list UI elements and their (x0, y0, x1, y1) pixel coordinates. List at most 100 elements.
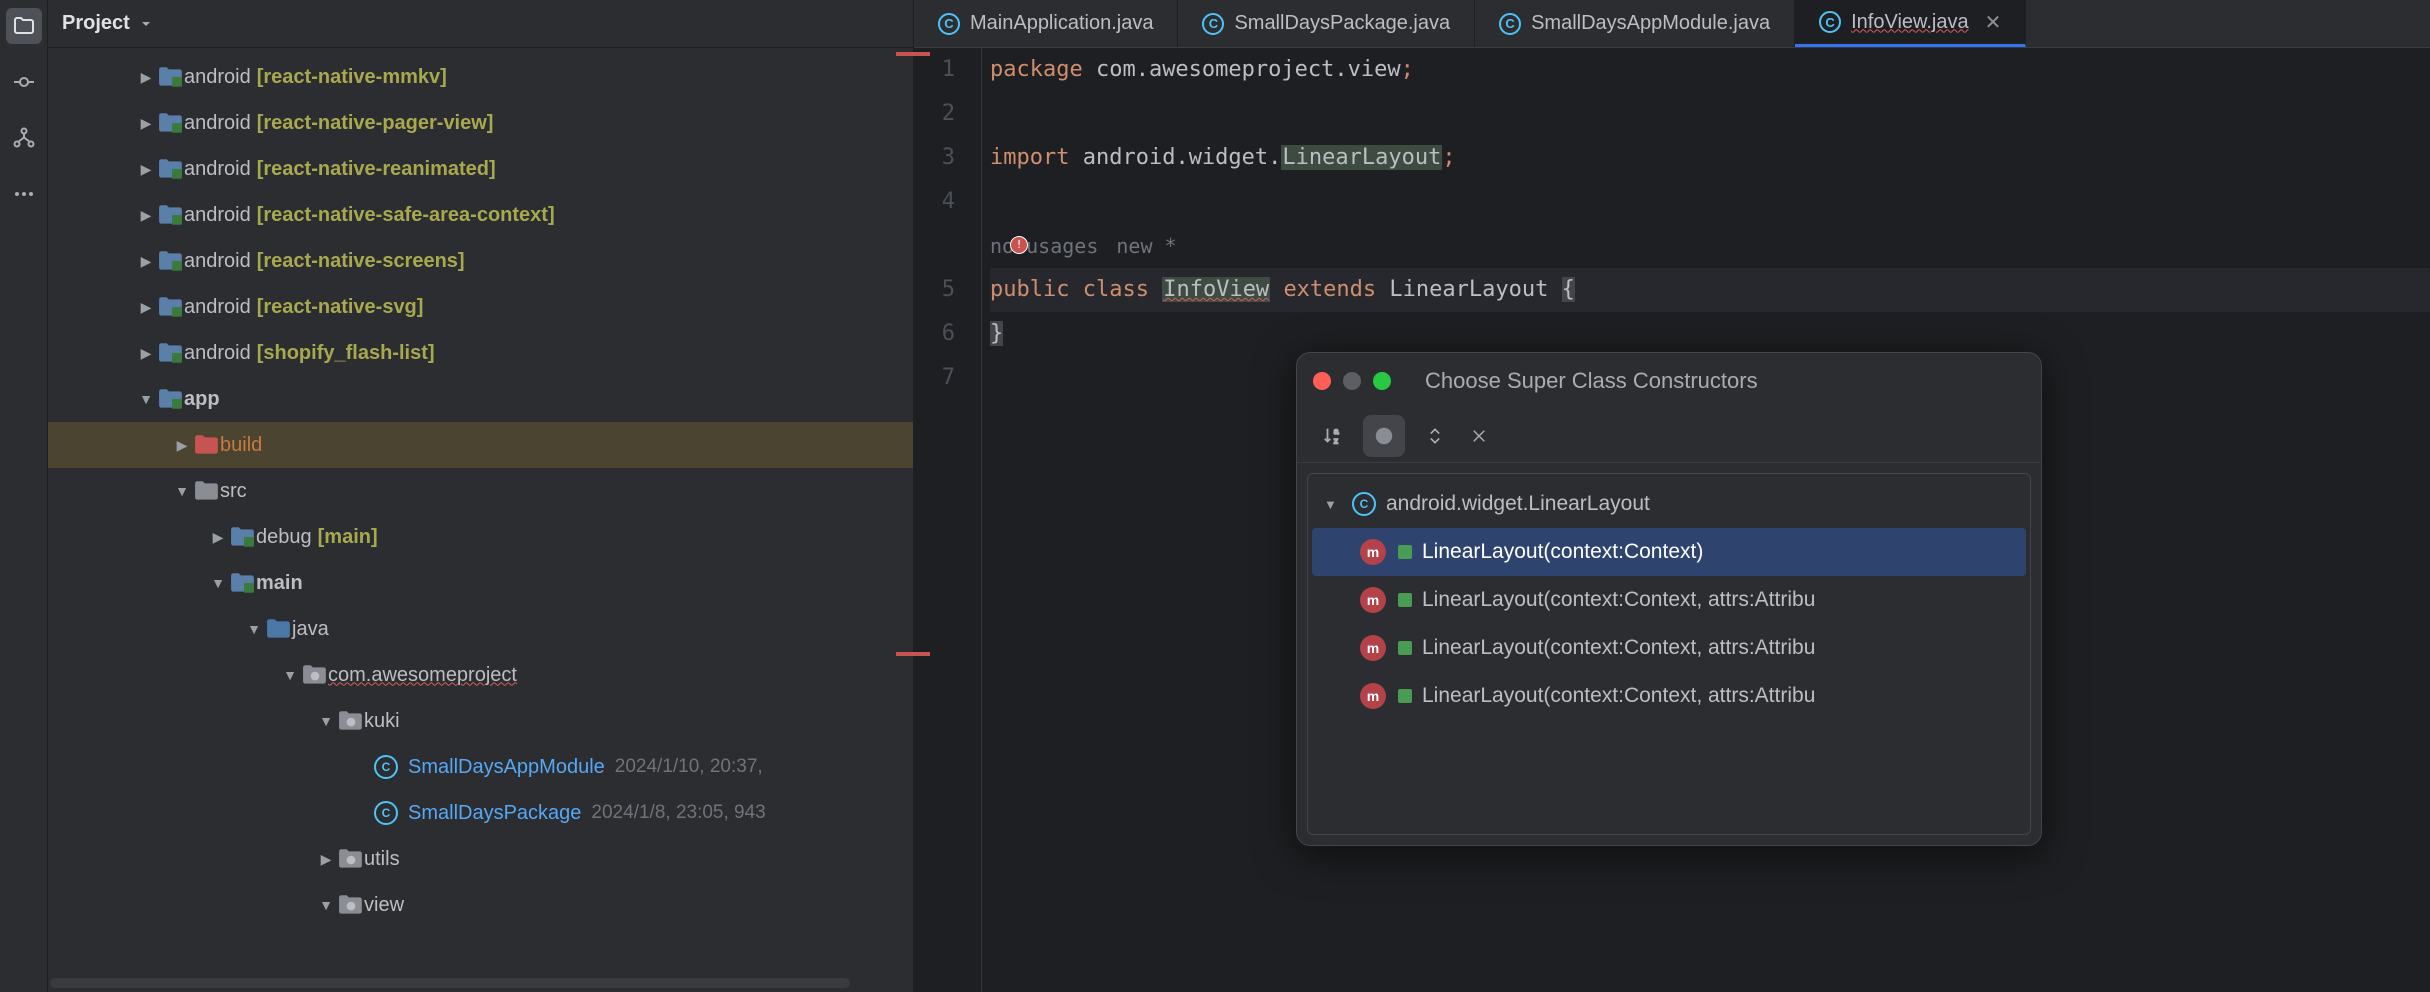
public-modifier-icon (1398, 545, 1412, 559)
chevron-right-icon: ▶ (172, 437, 192, 454)
current-line: public class InfoView extends LinearLayo… (990, 268, 2430, 312)
show-inherited-toggle[interactable] (1363, 415, 1405, 457)
constructor-label: LinearLayout(context:Context) (1422, 540, 1703, 564)
public-modifier-icon (1398, 689, 1412, 703)
usages-hint[interactable]: no usages (990, 224, 1098, 268)
method-icon: m (1360, 539, 1386, 565)
tree-item-app[interactable]: ▼ app (48, 376, 913, 422)
tree-item-debug[interactable]: ▶ debug [main] (48, 514, 913, 560)
more-tool-icon[interactable] (6, 176, 42, 212)
constructor-option-row[interactable]: m LinearLayout(context:Context, attrs:At… (1308, 624, 2030, 672)
chevron-down-icon: ▼ (1324, 497, 1342, 512)
chevron-right-icon: ▶ (136, 115, 156, 132)
chevron-right-icon: ▶ (136, 207, 156, 224)
chevron-right-icon: ▶ (136, 299, 156, 316)
collapse-all-icon[interactable] (1465, 422, 1493, 450)
minimize-window-icon[interactable] (1343, 372, 1361, 390)
module-folder-icon (158, 342, 184, 364)
tree-item-module[interactable]: ▶ android [shopify_flash-list] (48, 330, 913, 376)
project-tree[interactable]: ▶ android [react-native-mmkv] ▶ android … (48, 48, 913, 992)
tree-item-module[interactable]: ▶ android [react-native-reanimated] (48, 146, 913, 192)
module-folder-icon (158, 204, 184, 226)
tab-infoview[interactable]: C InfoView.java ✕ (1795, 0, 2026, 47)
sort-alphabetically-icon[interactable]: az (1319, 422, 1347, 450)
module-folder-icon (158, 250, 184, 272)
tree-item-module[interactable]: ▶ android [react-native-pager-view] (48, 100, 913, 146)
class-icon: C (1819, 11, 1841, 33)
source-root-icon (266, 618, 292, 640)
package-icon (338, 710, 364, 732)
tree-item-main[interactable]: ▼ main (48, 560, 913, 606)
chevron-down-icon: ▼ (172, 483, 192, 499)
svg-text:z: z (1334, 436, 1338, 445)
tree-item-module[interactable]: ▶ android [react-native-mmkv] (48, 54, 913, 100)
tree-item-package[interactable]: ▼ com.awesomeproject (48, 652, 913, 698)
expand-all-icon[interactable] (1421, 422, 1449, 450)
chevron-down-icon: ▼ (316, 713, 336, 729)
chevron-right-icon: ▶ (208, 529, 228, 546)
tree-item-module[interactable]: ▶ android [react-native-safe-area-contex… (48, 192, 913, 238)
chevron-down-icon: ▼ (244, 621, 264, 637)
tree-item-utils[interactable]: ▶ utils (48, 836, 913, 882)
svg-text:a: a (1334, 427, 1339, 436)
left-tool-rail (0, 0, 48, 992)
commit-tool-icon[interactable] (6, 64, 42, 100)
constructor-option-row[interactable]: m LinearLayout(context:Context, attrs:At… (1308, 576, 2030, 624)
tab-smalldays-appmodule[interactable]: C SmallDaysAppModule.java (1475, 0, 1795, 47)
tree-item-build[interactable]: ▶ build (48, 422, 913, 468)
method-icon: m (1360, 635, 1386, 661)
parent-class-label: android.widget.LinearLayout (1386, 492, 1650, 516)
tree-item-module[interactable]: ▶ android [react-native-screens] (48, 238, 913, 284)
tree-item-kuki[interactable]: ▼ kuki (48, 698, 913, 744)
close-window-icon[interactable] (1313, 372, 1331, 390)
class-icon: C (1202, 13, 1224, 35)
chevron-down-icon: ▼ (208, 575, 228, 591)
tab-smalldays-package[interactable]: C SmallDaysPackage.java (1178, 0, 1475, 47)
source-folder-icon (230, 526, 256, 548)
sidebar-title: Project (62, 12, 130, 35)
constructor-list[interactable]: ▼ C android.widget.LinearLayout m Linear… (1307, 473, 2031, 835)
tree-item-class-file[interactable]: C SmallDaysAppModule 2024/1/10, 20:37, (48, 744, 913, 790)
project-tool-icon[interactable] (6, 8, 42, 44)
method-icon: m (1360, 683, 1386, 709)
dialog-title: Choose Super Class Constructors (1425, 368, 1758, 394)
error-stripe-icon (896, 652, 930, 656)
package-icon (338, 848, 364, 870)
tree-item-module[interactable]: ▶ android [react-native-svg] (48, 284, 913, 330)
project-sidebar: Project ▶ android [react-native-mmkv] ▶ … (48, 0, 914, 992)
module-folder-icon (158, 388, 184, 410)
source-folder-icon (230, 572, 256, 594)
close-tab-icon[interactable]: ✕ (1985, 10, 2002, 35)
structure-tool-icon[interactable] (6, 120, 42, 156)
new-hint[interactable]: new * (1116, 224, 1176, 268)
constructor-option-row[interactable]: m LinearLayout(context:Context) (1312, 528, 2026, 576)
module-folder-icon (158, 112, 184, 134)
dialog-titlebar[interactable]: Choose Super Class Constructors (1297, 353, 2041, 409)
error-badge-icon: ! (1010, 236, 1028, 254)
constructor-option-row[interactable]: m LinearLayout(context:Context, attrs:At… (1308, 672, 2030, 720)
module-folder-icon (158, 66, 184, 88)
class-icon: C (374, 801, 398, 825)
tree-item-class-file[interactable]: C SmallDaysPackage 2024/1/8, 23:05, 943 (48, 790, 913, 836)
chevron-right-icon: ▶ (136, 161, 156, 178)
sidebar-header[interactable]: Project (48, 0, 913, 48)
constructor-parent-row[interactable]: ▼ C android.widget.LinearLayout (1308, 480, 2030, 528)
tree-item-view[interactable]: ▼ view (48, 882, 913, 928)
constructor-label: LinearLayout(context:Context, attrs:Attr… (1422, 684, 1815, 708)
choose-constructor-dialog: Choose Super Class Constructors az ▼ C a… (1296, 352, 2042, 846)
chevron-right-icon: ▶ (136, 69, 156, 86)
tree-item-java[interactable]: ▼ java (48, 606, 913, 652)
tree-item-src[interactable]: ▼ src (48, 468, 913, 514)
chevron-right-icon: ▶ (136, 345, 156, 362)
line-gutter: 1 2 3 4 5 6 7 (914, 48, 982, 992)
excluded-folder-icon (194, 434, 220, 456)
tab-main-application[interactable]: C MainApplication.java (914, 0, 1178, 47)
chevron-down-icon: ▼ (316, 897, 336, 913)
horizontal-scrollbar[interactable] (50, 978, 850, 988)
class-icon: C (938, 13, 960, 35)
tab-label: MainApplication.java (970, 12, 1153, 35)
window-controls (1313, 372, 1391, 390)
public-modifier-icon (1398, 641, 1412, 655)
chevron-down-icon (138, 16, 154, 32)
zoom-window-icon[interactable] (1373, 372, 1391, 390)
